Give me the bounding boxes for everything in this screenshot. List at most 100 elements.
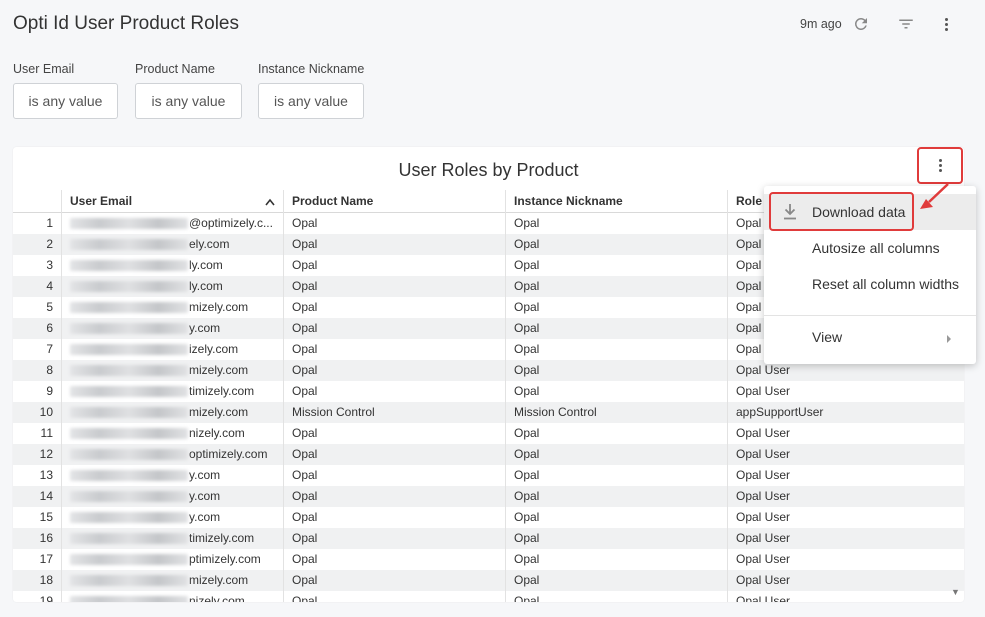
redacted-email-blur (70, 491, 188, 503)
header-product-name[interactable]: Product Name (283, 190, 505, 213)
cell-user-email-text: timizely.com (189, 384, 255, 398)
table-row: 16 timizely.com Opal Opal Opal User (13, 528, 964, 549)
menu-item-label: Download data (812, 204, 906, 220)
sort-ascending-icon[interactable] (265, 190, 275, 213)
chevron-right-icon (946, 331, 952, 347)
cell-user-email-text: ely.com (189, 237, 230, 251)
menu-item-label: View (812, 329, 843, 345)
cell-instance-nickname: Opal (505, 423, 727, 444)
menu-item-label: Reset all column widths (812, 276, 960, 292)
page-title: Opti Id User Product Roles (13, 13, 239, 34)
cell-instance-nickname: Opal (505, 255, 727, 276)
filter-user-email-input[interactable]: is any value (13, 83, 118, 119)
cell-instance-nickname: Opal (505, 570, 727, 591)
row-number: 18 (39, 573, 53, 587)
cell-user-email: @optimizely.c... (61, 213, 283, 234)
row-number: 16 (39, 531, 53, 545)
cell-user-email: y.com (61, 465, 283, 486)
menu-item-reset-column-widths[interactable]: Reset all column widths (764, 266, 976, 302)
redacted-email-blur (70, 554, 188, 566)
redacted-email-blur (70, 386, 188, 398)
row-number: 2 (46, 237, 53, 251)
row-number: 10 (39, 405, 53, 419)
row-number: 15 (39, 510, 53, 524)
cell-user-email-text: ly.com (189, 258, 223, 272)
redacted-email-blur (70, 470, 188, 482)
row-number: 9 (46, 384, 53, 398)
redacted-email-blur (70, 512, 188, 524)
scroll-down-arrow-icon[interactable]: ▼ (951, 587, 960, 597)
refresh-icon[interactable] (851, 14, 871, 34)
download-icon (782, 203, 798, 224)
cell-product-name: Opal (283, 507, 505, 528)
cell-user-email: mizely.com (61, 360, 283, 381)
filter-icon[interactable] (896, 14, 916, 34)
cell-user-email-text: mizely.com (189, 363, 249, 377)
redacted-email-blur (70, 596, 188, 602)
cell-user-email-text: mizely.com (189, 405, 249, 419)
cell-user-email: mizely.com (61, 402, 283, 423)
cell-user-email-text: ptimizely.com (189, 552, 261, 566)
redacted-email-blur (70, 575, 188, 587)
cell-role: Opal User (727, 528, 964, 549)
cell-product-name: Opal (283, 423, 505, 444)
cell-user-email: y.com (61, 486, 283, 507)
menu-item-view[interactable]: View (764, 319, 976, 355)
cell-user-email-text: y.com (189, 468, 221, 482)
cell-product-name: Opal (283, 591, 505, 602)
cell-instance-nickname: Opal (505, 276, 727, 297)
cell-role: Opal User (727, 591, 964, 602)
table-row: 14 y.com Opal Opal Opal User (13, 486, 964, 507)
cell-user-email: nizely.com (61, 591, 283, 602)
menu-item-download-data[interactable]: Download data (764, 194, 976, 230)
filter-product-name: Product Name is any value (135, 62, 242, 119)
header-instance-nickname[interactable]: Instance Nickname (505, 190, 727, 213)
cell-instance-nickname: Opal (505, 234, 727, 255)
menu-item-autosize-columns[interactable]: Autosize all columns (764, 230, 976, 266)
row-number: 4 (46, 279, 53, 293)
filter-label: Instance Nickname (258, 62, 365, 76)
filter-instance-nickname-input[interactable]: is any value (258, 83, 364, 119)
table-row: 15 y.com Opal Opal Opal User (13, 507, 964, 528)
cell-user-email: timizely.com (61, 528, 283, 549)
tile-menu-button[interactable] (917, 147, 963, 184)
cell-instance-nickname: Opal (505, 591, 727, 602)
cell-user-email-text: nizely.com (189, 426, 245, 440)
table-row: 17 ptimizely.com Opal Opal Opal User (13, 549, 964, 570)
redacted-email-blur (70, 239, 188, 251)
cell-product-name: Opal (283, 549, 505, 570)
redacted-email-blur (70, 449, 188, 461)
cell-role: Opal User (727, 507, 964, 528)
more-vert-icon (938, 159, 942, 172)
filter-user-email: User Email is any value (13, 62, 118, 119)
row-number: 11 (40, 426, 53, 440)
filter-instance-nickname: Instance Nickname is any value (258, 62, 364, 119)
cell-product-name: Opal (283, 486, 505, 507)
redacted-email-blur (70, 428, 188, 440)
cell-instance-nickname: Opal (505, 318, 727, 339)
last-updated-label: 9m ago (800, 17, 842, 31)
cell-product-name: Opal (283, 528, 505, 549)
redacted-email-blur (70, 260, 188, 272)
cell-instance-nickname: Opal (505, 360, 727, 381)
header-user-email[interactable]: User Email (61, 190, 283, 213)
cell-product-name: Opal (283, 255, 505, 276)
cell-user-email-text: izely.com (189, 342, 239, 356)
cell-product-name: Opal (283, 213, 505, 234)
cell-user-email-text: mizely.com (189, 573, 249, 587)
row-number: 1 (46, 216, 53, 230)
cell-product-name: Opal (283, 297, 505, 318)
table-row: 9 timizely.com Opal Opal Opal User (13, 381, 964, 402)
cell-product-name: Opal (283, 339, 505, 360)
cell-user-email: ely.com (61, 234, 283, 255)
filter-label: Product Name (135, 62, 215, 76)
table-row: 13 y.com Opal Opal Opal User (13, 465, 964, 486)
cell-product-name: Opal (283, 318, 505, 339)
cell-product-name: Opal (283, 444, 505, 465)
row-number: 3 (46, 258, 53, 272)
cell-product-name: Opal (283, 276, 505, 297)
more-vert-icon[interactable] (936, 14, 956, 34)
cell-role: Opal User (727, 486, 964, 507)
filter-product-name-input[interactable]: is any value (135, 83, 242, 119)
cell-user-email: optimizely.com (61, 444, 283, 465)
